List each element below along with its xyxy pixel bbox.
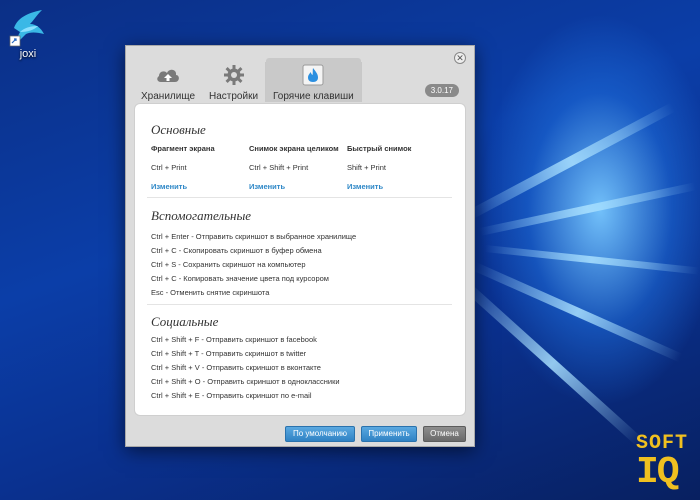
hotkey-header: Снимок экрана целиком	[249, 144, 339, 153]
aux-hotkey-line: Esc - Отменить снятие скриншота	[151, 288, 270, 297]
aux-hotkey-line: Ctrl + S - Сохранить скриншот на компьют…	[151, 260, 306, 269]
divider	[147, 197, 452, 198]
change-fragment-link[interactable]: Изменить	[151, 182, 251, 191]
divider	[147, 304, 452, 305]
desktop-icon-joxi[interactable]: joxi	[4, 6, 52, 60]
aux-hotkey-line: Ctrl + C - Копировать значение цвета под…	[151, 274, 329, 283]
logo-bottom-text: IQ	[636, 451, 680, 494]
section-title-aux: Вспомогательные	[151, 208, 252, 223]
hotkeys-panel: Основные Фрагмент экрана Ctrl + Print Из…	[134, 103, 466, 416]
settings-window: ✕ Хранилище Настройки Горячие клавиши 3.…	[125, 45, 475, 447]
hotkey-keys: Ctrl + Shift + Print	[249, 163, 309, 172]
tab-label: Настройки	[209, 91, 259, 102]
tab-storage[interactable]: Хранилище	[134, 58, 202, 102]
gear-icon	[223, 63, 245, 87]
soft-logo: SOFT IQ	[636, 434, 692, 492]
tab-label: Хранилище	[141, 91, 195, 102]
hotkey-keys: Shift + Print	[347, 163, 386, 172]
aux-hotkey-line: Ctrl + Enter - Отправить скриншот в выбр…	[151, 232, 357, 241]
social-hotkey-line: Ctrl + Shift + E - Отправить скриншот по…	[151, 391, 312, 400]
section-title-social: Социальные	[151, 314, 219, 329]
default-button[interactable]: По умолчанию	[285, 426, 355, 442]
tab-label: Горячие клавиши	[273, 91, 354, 102]
social-hotkey-line: Ctrl + Shift + F - Отправить скриншот в …	[151, 335, 317, 344]
change-quick-link[interactable]: Изменить	[347, 182, 447, 191]
social-hotkey-line: Ctrl + Shift + T - Отправить скриншот в …	[151, 349, 307, 358]
section-title-main: Основные	[151, 122, 206, 137]
flame-icon	[302, 63, 324, 87]
hotkey-header: Быстрый снимок	[347, 144, 412, 153]
hotkey-column-fragment: Фрагмент экрана Ctrl + Print Изменить	[151, 144, 251, 191]
light-beam	[484, 245, 700, 275]
light-beam	[467, 102, 676, 220]
light-beam	[473, 262, 683, 363]
hotkey-keys: Ctrl + Print	[151, 163, 187, 172]
close-icon[interactable]: ✕	[454, 52, 466, 64]
apply-button[interactable]: Применить	[361, 426, 417, 442]
joxi-bird-icon	[8, 6, 48, 48]
version-badge: 3.0.17	[424, 84, 459, 97]
cloud-upload-icon	[155, 63, 181, 87]
tab-settings[interactable]: Настройки	[202, 58, 265, 102]
change-fullscreen-link[interactable]: Изменить	[249, 182, 349, 191]
desktop-icon-label: joxi	[19, 48, 37, 60]
cancel-button[interactable]: Отмена	[423, 426, 466, 442]
hotkey-column-quick: Быстрый снимок Shift + Print Изменить	[347, 144, 447, 191]
social-hotkey-line: Ctrl + Shift + O - Отправить скриншот в …	[151, 377, 340, 386]
social-hotkey-line: Ctrl + Shift + V - Отправить скриншот в …	[151, 363, 321, 372]
hotkey-header: Фрагмент экрана	[151, 144, 215, 153]
aux-hotkey-line: Ctrl + C - Скопировать скриншот в буфер …	[151, 246, 322, 255]
hotkey-column-fullscreen: Снимок экрана целиком Ctrl + Shift + Pri…	[249, 144, 349, 191]
tab-bar: Хранилище Настройки Горячие клавиши	[134, 58, 362, 104]
tab-hotkeys[interactable]: Горячие клавиши	[266, 58, 361, 102]
tab-divider	[360, 62, 362, 102]
